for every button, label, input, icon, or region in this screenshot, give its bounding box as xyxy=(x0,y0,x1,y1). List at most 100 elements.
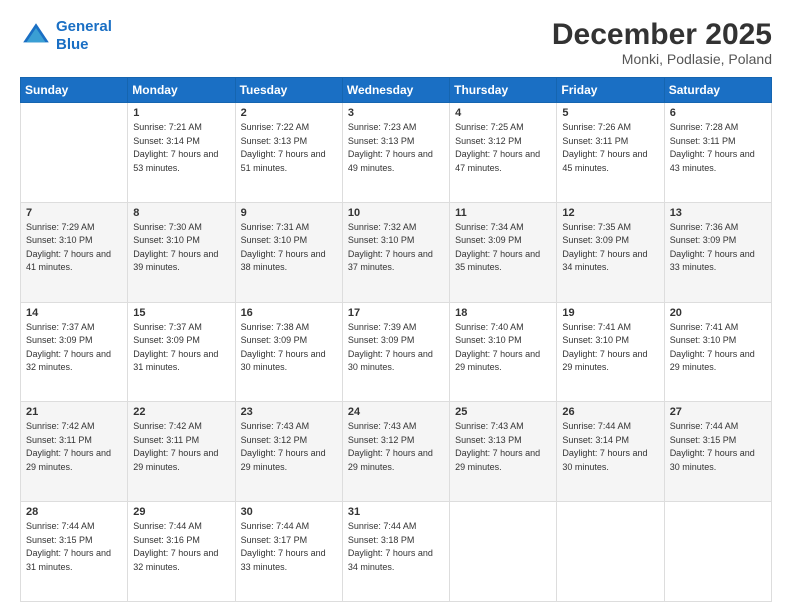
day-number: 5 xyxy=(562,107,658,119)
day-info: Sunrise: 7:44 AMSunset: 3:18 PMDaylight:… xyxy=(348,520,444,574)
table-row: 31 Sunrise: 7:44 AMSunset: 3:18 PMDayligh… xyxy=(342,502,449,602)
day-info: Sunrise: 7:29 AMSunset: 3:10 PMDaylight:… xyxy=(26,221,122,275)
day-number: 17 xyxy=(348,307,444,319)
col-sunday: Sunday xyxy=(21,78,128,103)
day-info: Sunrise: 7:43 AMSunset: 3:12 PMDaylight:… xyxy=(241,420,337,474)
table-row: 19 Sunrise: 7:41 AMSunset: 3:10 PMDayligh… xyxy=(557,302,664,402)
day-info: Sunrise: 7:42 AMSunset: 3:11 PMDaylight:… xyxy=(133,420,229,474)
day-info: Sunrise: 7:38 AMSunset: 3:09 PMDaylight:… xyxy=(241,321,337,375)
calendar-week-row: 21Sunrise: 7:42 AMSunset: 3:11 PMDayligh… xyxy=(21,402,772,502)
day-info: Sunrise: 7:23 AMSunset: 3:13 PMDaylight:… xyxy=(348,121,444,175)
day-info: Sunrise: 7:44 AMSunset: 3:15 PMDaylight:… xyxy=(26,520,122,574)
table-row: 14Sunrise: 7:37 AMSunset: 3:09 PMDayligh… xyxy=(21,302,128,402)
calendar-week-row: 7 Sunrise: 7:29 AMSunset: 3:10 PMDaylight… xyxy=(21,202,772,302)
day-info: Sunrise: 7:41 AMSunset: 3:10 PMDaylight:… xyxy=(670,321,766,375)
day-info: Sunrise: 7:44 AMSunset: 3:14 PMDaylight:… xyxy=(562,420,658,474)
table-row: 22Sunrise: 7:42 AMSunset: 3:11 PMDayligh… xyxy=(128,402,235,502)
day-number: 31 xyxy=(348,506,444,518)
table-row: 11 Sunrise: 7:34 AMSunset: 3:09 PMDayligh… xyxy=(450,202,557,302)
table-row: 23 Sunrise: 7:43 AMSunset: 3:12 PMDayligh… xyxy=(235,402,342,502)
day-number: 26 xyxy=(562,406,658,418)
day-number: 9 xyxy=(241,207,337,219)
day-info: Sunrise: 7:21 AMSunset: 3:14 PMDaylight:… xyxy=(133,121,229,175)
day-info: Sunrise: 7:36 AMSunset: 3:09 PMDaylight:… xyxy=(670,221,766,275)
day-number: 15 xyxy=(133,307,229,319)
col-friday: Friday xyxy=(557,78,664,103)
day-info: Sunrise: 7:25 AMSunset: 3:12 PMDaylight:… xyxy=(455,121,551,175)
day-info: Sunrise: 7:28 AMSunset: 3:11 PMDaylight:… xyxy=(670,121,766,175)
calendar-week-row: 28 Sunrise: 7:44 AMSunset: 3:15 PMDayligh… xyxy=(21,502,772,602)
day-number: 8 xyxy=(133,207,229,219)
table-row: 9 Sunrise: 7:31 AMSunset: 3:10 PMDaylight… xyxy=(235,202,342,302)
day-info: Sunrise: 7:42 AMSunset: 3:11 PMDaylight:… xyxy=(26,420,122,474)
logo-line1: General xyxy=(56,18,112,35)
day-info: Sunrise: 7:30 AMSunset: 3:10 PMDaylight:… xyxy=(133,221,229,275)
table-row xyxy=(21,103,128,203)
table-row: 28 Sunrise: 7:44 AMSunset: 3:15 PMDayligh… xyxy=(21,502,128,602)
table-row: 7 Sunrise: 7:29 AMSunset: 3:10 PMDaylight… xyxy=(21,202,128,302)
title-block: December 2025 Monki, Podlasie, Poland xyxy=(552,18,772,67)
table-row: 6 Sunrise: 7:28 AMSunset: 3:11 PMDaylight… xyxy=(664,103,771,203)
day-info: Sunrise: 7:35 AMSunset: 3:09 PMDaylight:… xyxy=(562,221,658,275)
table-row xyxy=(664,502,771,602)
table-row: 3 Sunrise: 7:23 AMSunset: 3:13 PMDaylight… xyxy=(342,103,449,203)
day-number: 29 xyxy=(133,506,229,518)
month-title: December 2025 xyxy=(552,18,772,51)
day-info: Sunrise: 7:41 AMSunset: 3:10 PMDaylight:… xyxy=(562,321,658,375)
table-row: 16Sunrise: 7:38 AMSunset: 3:09 PMDayligh… xyxy=(235,302,342,402)
table-row: 27Sunrise: 7:44 AMSunset: 3:15 PMDayligh… xyxy=(664,402,771,502)
table-row: 25 Sunrise: 7:43 AMSunset: 3:13 PMDayligh… xyxy=(450,402,557,502)
location: Monki, Podlasie, Poland xyxy=(552,51,772,67)
table-row: 10Sunrise: 7:32 AMSunset: 3:10 PMDayligh… xyxy=(342,202,449,302)
day-number: 13 xyxy=(670,207,766,219)
day-info: Sunrise: 7:39 AMSunset: 3:09 PMDaylight:… xyxy=(348,321,444,375)
col-wednesday: Wednesday xyxy=(342,78,449,103)
calendar-week-row: 1Sunrise: 7:21 AMSunset: 3:14 PMDaylight… xyxy=(21,103,772,203)
day-info: Sunrise: 7:37 AMSunset: 3:09 PMDaylight:… xyxy=(133,321,229,375)
day-info: Sunrise: 7:40 AMSunset: 3:10 PMDaylight:… xyxy=(455,321,551,375)
col-monday: Monday xyxy=(128,78,235,103)
calendar-table: Sunday Monday Tuesday Wednesday Thursday… xyxy=(20,77,772,602)
day-info: Sunrise: 7:34 AMSunset: 3:09 PMDaylight:… xyxy=(455,221,551,275)
table-row: 4 Sunrise: 7:25 AMSunset: 3:12 PMDaylight… xyxy=(450,103,557,203)
day-number: 3 xyxy=(348,107,444,119)
day-number: 23 xyxy=(241,406,337,418)
table-row: 2Sunrise: 7:22 AMSunset: 3:13 PMDaylight… xyxy=(235,103,342,203)
table-row: 24Sunrise: 7:43 AMSunset: 3:12 PMDayligh… xyxy=(342,402,449,502)
col-tuesday: Tuesday xyxy=(235,78,342,103)
day-number: 27 xyxy=(670,406,766,418)
day-number: 28 xyxy=(26,506,122,518)
table-row: 30Sunrise: 7:44 AMSunset: 3:17 PMDayligh… xyxy=(235,502,342,602)
col-saturday: Saturday xyxy=(664,78,771,103)
day-info: Sunrise: 7:43 AMSunset: 3:13 PMDaylight:… xyxy=(455,420,551,474)
table-row: 17 Sunrise: 7:39 AMSunset: 3:09 PMDayligh… xyxy=(342,302,449,402)
day-number: 11 xyxy=(455,207,551,219)
day-number: 20 xyxy=(670,307,766,319)
calendar-week-row: 14Sunrise: 7:37 AMSunset: 3:09 PMDayligh… xyxy=(21,302,772,402)
logo: General Blue xyxy=(20,18,112,54)
col-thursday: Thursday xyxy=(450,78,557,103)
day-number: 19 xyxy=(562,307,658,319)
day-number: 10 xyxy=(348,207,444,219)
day-number: 2 xyxy=(241,107,337,119)
day-number: 25 xyxy=(455,406,551,418)
table-row: 13 Sunrise: 7:36 AMSunset: 3:09 PMDayligh… xyxy=(664,202,771,302)
table-row: 12 Sunrise: 7:35 AMSunset: 3:09 PMDayligh… xyxy=(557,202,664,302)
table-row: 1Sunrise: 7:21 AMSunset: 3:14 PMDaylight… xyxy=(128,103,235,203)
day-info: Sunrise: 7:44 AMSunset: 3:16 PMDaylight:… xyxy=(133,520,229,574)
day-info: Sunrise: 7:31 AMSunset: 3:10 PMDaylight:… xyxy=(241,221,337,275)
day-number: 6 xyxy=(670,107,766,119)
day-number: 12 xyxy=(562,207,658,219)
day-info: Sunrise: 7:26 AMSunset: 3:11 PMDaylight:… xyxy=(562,121,658,175)
page: General Blue December 2025 Monki, Podlas… xyxy=(0,0,792,612)
table-row: 5 Sunrise: 7:26 AMSunset: 3:11 PMDaylight… xyxy=(557,103,664,203)
logo-icon xyxy=(20,20,52,52)
calendar-header-row: Sunday Monday Tuesday Wednesday Thursday… xyxy=(21,78,772,103)
day-number: 18 xyxy=(455,307,551,319)
day-number: 4 xyxy=(455,107,551,119)
table-row: 8 Sunrise: 7:30 AMSunset: 3:10 PMDaylight… xyxy=(128,202,235,302)
header: General Blue December 2025 Monki, Podlas… xyxy=(20,18,772,67)
day-info: Sunrise: 7:44 AMSunset: 3:17 PMDaylight:… xyxy=(241,520,337,574)
day-number: 7 xyxy=(26,207,122,219)
table-row: 21Sunrise: 7:42 AMSunset: 3:11 PMDayligh… xyxy=(21,402,128,502)
